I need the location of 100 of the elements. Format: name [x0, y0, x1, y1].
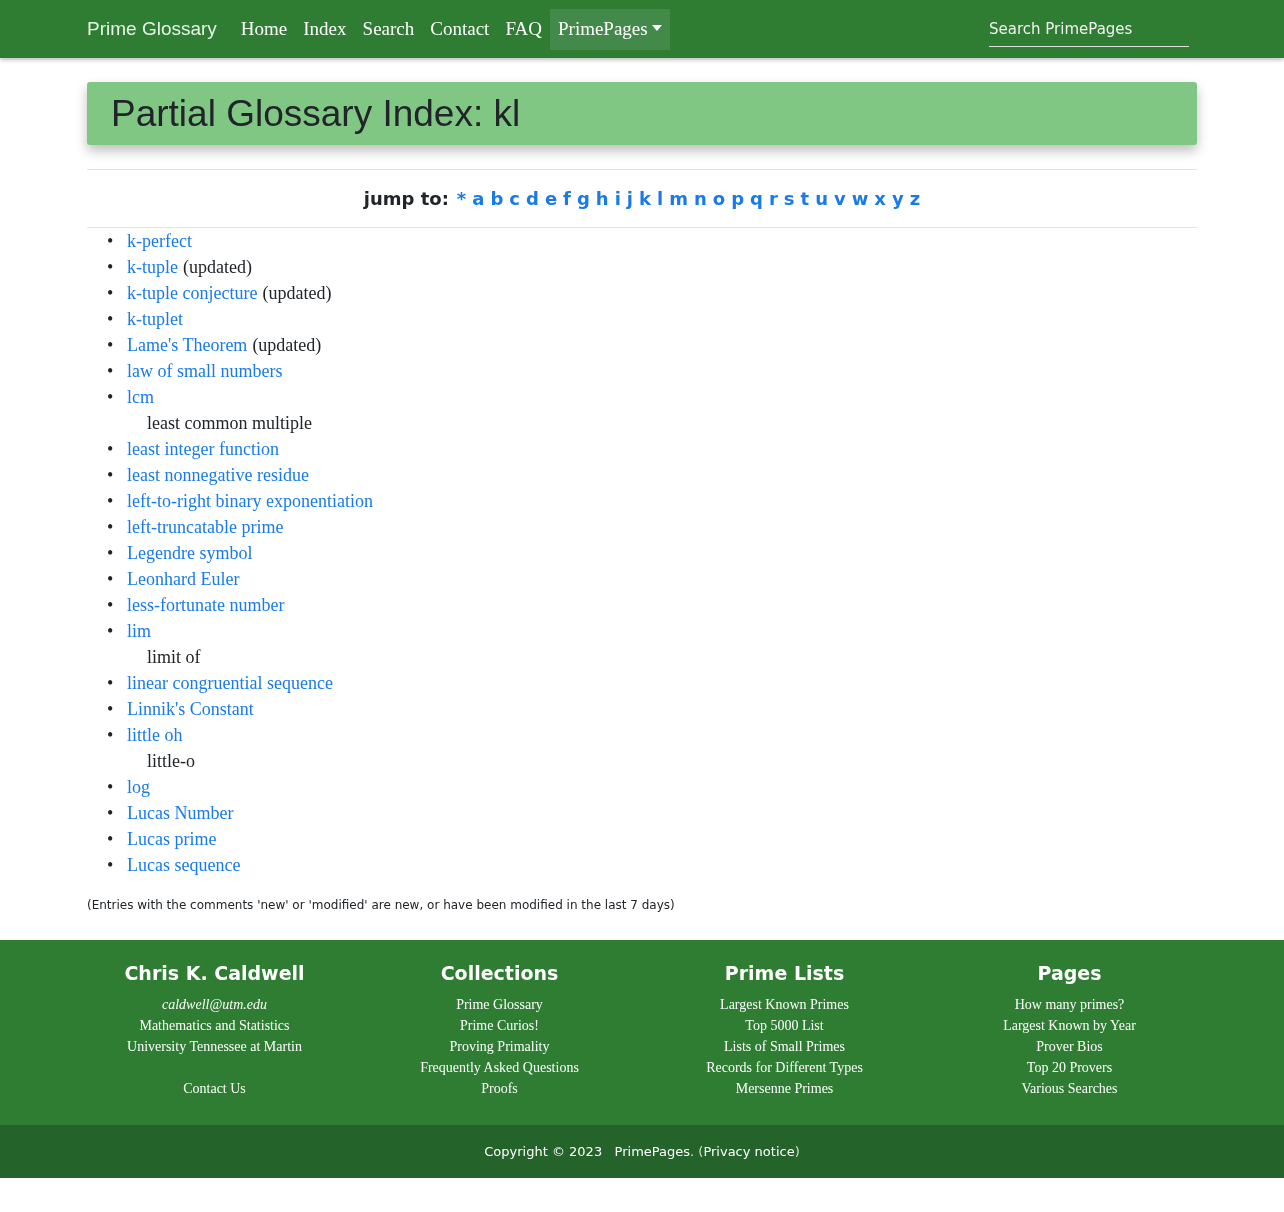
term-link[interactable]: less-fortunate number — [127, 595, 285, 615]
nav-link[interactable]: Contact — [422, 8, 498, 50]
letter-link[interactable]: n — [693, 188, 707, 209]
term-link[interactable]: Lucas sequence — [127, 855, 241, 875]
footer-link[interactable]: Mersenne Primes — [735, 1078, 834, 1099]
term-link[interactable]: linear congruential sequence — [127, 673, 333, 693]
bullet: • — [107, 828, 114, 851]
bullet: • — [107, 594, 114, 617]
term-link[interactable]: left-truncatable prime — [127, 517, 284, 537]
bullet: • — [107, 620, 114, 643]
term-link[interactable]: lim — [127, 621, 151, 641]
footer-link[interactable]: Top 5000 List — [745, 1015, 824, 1036]
footer-heading: Pages — [1037, 962, 1102, 984]
footer-link[interactable]: Proving Primality — [449, 1036, 550, 1057]
letter-link[interactable]: u — [815, 188, 828, 209]
letter-link[interactable]: a — [472, 188, 485, 209]
bullet: • — [107, 568, 114, 591]
letter-link[interactable]: k — [639, 188, 651, 209]
footer-link[interactable]: Lists of Small Primes — [724, 1036, 845, 1057]
nav-link[interactable]: PrimePages — [550, 8, 670, 50]
term-link[interactable]: Lucas Number — [127, 803, 234, 823]
letter-link[interactable]: g — [576, 188, 590, 209]
footer-link[interactable]: Prover Bios — [1036, 1036, 1103, 1057]
privacy-link[interactable]: Privacy notice — [703, 1144, 795, 1159]
term-link[interactable]: Leonhard Euler — [127, 569, 240, 589]
search-field[interactable]: Search PrimePages — [989, 11, 1189, 47]
footer-heading: Collections — [440, 962, 559, 984]
letter-link[interactable]: p — [731, 188, 745, 209]
term-link[interactable]: left-to-right binary exponentiation — [127, 491, 373, 511]
jump-label: jump to: — [363, 188, 449, 209]
term-link[interactable]: Legendre symbol — [127, 543, 253, 563]
term-link[interactable]: law of small numbers — [127, 361, 283, 381]
footnote: (Entries with the comments 'new' or 'modified' are new, or have been modified in the last 7 days) — [87, 898, 676, 912]
letter-link[interactable]: r — [768, 188, 778, 209]
letter-link[interactable]: h — [595, 188, 609, 209]
footer-link[interactable]: Contact Us — [183, 1078, 246, 1099]
brand-link[interactable]: Prime Glossary — [87, 18, 217, 40]
bullet: • — [107, 464, 114, 487]
term-link[interactable]: k-tuplet — [127, 309, 183, 329]
term-link[interactable]: lcm — [127, 387, 154, 407]
nav-link[interactable]: Home — [232, 8, 296, 50]
term-link[interactable]: Lame's Theorem — [127, 335, 248, 355]
nav-link[interactable]: Index — [295, 8, 355, 50]
term-link[interactable]: least nonnegative residue — [127, 465, 309, 485]
letter-link[interactable]: c — [509, 188, 520, 209]
letter-link[interactable]: j — [626, 188, 633, 209]
email-link[interactable]: caldwell@utm.edu — [162, 994, 267, 1015]
footer-link[interactable]: Proofs — [481, 1078, 518, 1099]
bullet: • — [107, 360, 114, 383]
footer-heading: Prime Lists — [724, 962, 845, 984]
term-description: least common multiple — [146, 412, 313, 435]
term-link[interactable]: little oh — [127, 725, 183, 745]
footer-link[interactable]: Prime Glossary — [456, 994, 543, 1015]
letter-link[interactable]: t — [800, 188, 810, 209]
letter-link[interactable]: d — [526, 188, 539, 209]
letter-link[interactable]: y — [891, 188, 904, 209]
letter-link[interactable]: x — [874, 188, 886, 209]
letter-link[interactable]: o — [712, 188, 726, 209]
bullet: • — [107, 854, 114, 877]
term-link[interactable]: k-tuple — [127, 257, 178, 277]
term-link[interactable]: k-tuple conjecture — [127, 283, 258, 303]
letter-link[interactable]: * — [456, 188, 467, 209]
letter-link[interactable]: l — [657, 188, 664, 209]
footer-text: Mathematics and Statistics — [139, 1017, 290, 1035]
bullet: • — [107, 386, 114, 409]
footer-link[interactable]: Various Searches — [1021, 1078, 1118, 1099]
bullet: • — [107, 256, 114, 279]
bullet: • — [107, 802, 114, 825]
term-link[interactable]: log — [127, 777, 150, 797]
letter-link[interactable]: e — [544, 188, 558, 209]
letter-link[interactable]: w — [851, 188, 869, 209]
copyright-notice: Copyright © 2023 PrimePages. (Privacy notice) — [484, 1144, 800, 1159]
footer-link[interactable]: How many primes? — [1014, 994, 1125, 1015]
letter-link[interactable]: s — [783, 188, 795, 209]
term-link[interactable]: k-perfect — [127, 231, 192, 251]
bullet: • — [107, 672, 114, 695]
bullet: • — [107, 334, 114, 357]
nav-link[interactable]: Search — [354, 8, 423, 50]
footer-link[interactable]: Top 20 Provers — [1026, 1057, 1113, 1078]
letter-link[interactable]: f — [563, 188, 571, 209]
footer-link[interactable]: Largest Known Primes — [720, 994, 849, 1015]
letter-link[interactable]: m — [669, 188, 688, 209]
letter-link[interactable]: z — [909, 188, 921, 209]
bullet: • — [107, 282, 114, 305]
term-link[interactable]: least integer function — [127, 439, 279, 459]
letter-link[interactable]: q — [750, 188, 763, 209]
term-link[interactable]: Linnik's Constant — [127, 699, 254, 719]
letter-link[interactable]: i — [614, 188, 621, 209]
footer-link[interactable]: Frequently Asked Questions — [420, 1057, 579, 1078]
bullet: • — [107, 516, 114, 539]
nav-link[interactable]: FAQ — [497, 8, 550, 50]
bullet: • — [107, 542, 114, 565]
footer-link[interactable]: Largest Known by Year — [1003, 1015, 1136, 1036]
letter-link[interactable]: b — [490, 188, 504, 209]
letter-link[interactable]: v — [833, 188, 846, 209]
footer-link[interactable]: Records for Different Types — [706, 1057, 863, 1078]
bullet: • — [107, 776, 114, 799]
footer-link[interactable]: Prime Curios! — [460, 1015, 539, 1036]
bullet: • — [107, 308, 114, 331]
term-link[interactable]: Lucas prime — [127, 829, 217, 849]
